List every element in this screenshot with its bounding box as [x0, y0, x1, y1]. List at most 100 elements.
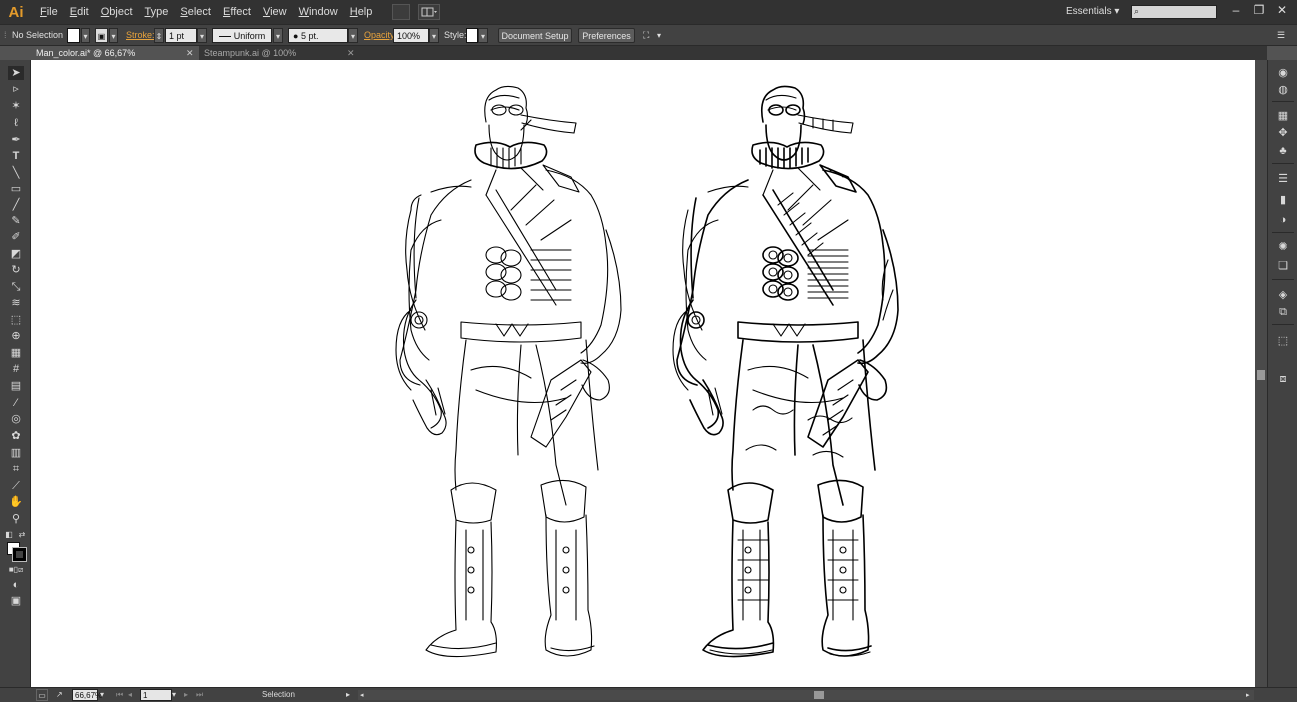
- menu-view[interactable]: View: [257, 0, 293, 24]
- zoom-level-field[interactable]: 66,67%: [72, 689, 102, 701]
- menu-window[interactable]: Window: [293, 0, 344, 24]
- magic-wand-tool-icon[interactable]: ✶: [8, 99, 24, 113]
- control-panel-menu-icon[interactable]: ☰: [1277, 28, 1285, 43]
- stroke-stepper-icon[interactable]: ⇕: [154, 28, 164, 43]
- bridge-button[interactable]: [392, 4, 411, 20]
- default-colors-icon[interactable]: ◧: [4, 528, 14, 542]
- variable-width-profile[interactable]: Uniform: [212, 28, 272, 43]
- stroke-weight-dropdown-icon[interactable]: ▾: [197, 28, 207, 43]
- opacity-field[interactable]: 100%: [393, 28, 429, 43]
- perspective-grid-tool-icon[interactable]: ▦: [8, 346, 24, 360]
- first-artboard-icon[interactable]: ⏮: [116, 689, 123, 701]
- screen-mode-icon[interactable]: ▣: [8, 594, 24, 608]
- free-transform-tool-icon[interactable]: ⬚: [8, 313, 24, 327]
- artboard-navigator-icon[interactable]: ▭: [36, 689, 48, 701]
- minimize-button[interactable]: –: [1226, 2, 1246, 18]
- swap-colors-icon[interactable]: ⇄: [17, 528, 27, 542]
- brush-definition[interactable]: ● 5 pt. Round: [288, 28, 348, 56]
- stroke-color-box[interactable]: [12, 547, 27, 562]
- appearance-panel-icon[interactable]: ✺: [1276, 240, 1290, 254]
- transparency-panel-icon[interactable]: ◑: [1276, 213, 1290, 227]
- document-setup-button[interactable]: Document Setup: [498, 28, 572, 43]
- menu-help[interactable]: Help: [344, 0, 379, 24]
- color-guide-panel-icon[interactable]: ◍: [1276, 83, 1290, 97]
- menu-type[interactable]: Type: [139, 0, 175, 24]
- stroke-dropdown-icon[interactable]: ▾: [109, 28, 118, 43]
- next-artboard-icon[interactable]: ▸: [184, 689, 188, 701]
- close-window-button[interactable]: ✕: [1272, 2, 1292, 18]
- last-artboard-icon[interactable]: ⏭: [196, 689, 203, 701]
- menu-effect[interactable]: Effect: [217, 0, 257, 24]
- line-tool-icon[interactable]: ╲: [8, 166, 24, 180]
- lasso-tool-icon[interactable]: ℓ: [8, 116, 24, 130]
- brushes-panel-icon[interactable]: ✥: [1276, 126, 1290, 140]
- artboard-dropdown-icon[interactable]: ▾: [172, 689, 180, 701]
- opacity-dropdown-icon[interactable]: ▾: [429, 28, 439, 43]
- symbol-sprayer-tool-icon[interactable]: ✿: [8, 429, 24, 443]
- profile-dropdown-icon[interactable]: ▾: [273, 28, 283, 43]
- color-modes-icon[interactable]: ■▯⧄: [5, 563, 27, 577]
- swatches-panel-icon[interactable]: ▦: [1276, 109, 1290, 123]
- stroke-panel-link[interactable]: Stroke:: [126, 28, 155, 43]
- symbols-panel-icon[interactable]: ♣: [1276, 144, 1290, 158]
- stroke-weight-field[interactable]: 1 pt: [165, 28, 197, 43]
- horizontal-scrollbar[interactable]: [358, 690, 1254, 700]
- graphic-styles-panel-icon[interactable]: ❏: [1276, 259, 1290, 273]
- menu-file[interactable]: File: [34, 0, 64, 24]
- rectangle-tool-icon[interactable]: ▭: [8, 182, 24, 196]
- rotate-tool-icon[interactable]: ↻: [8, 263, 24, 277]
- eyedropper-tool-icon[interactable]: ⁄: [8, 396, 24, 410]
- hand-tool-icon[interactable]: ✋: [8, 495, 24, 509]
- scroll-right-icon[interactable]: ▸: [1246, 690, 1250, 702]
- eraser-tool-icon[interactable]: ◩: [8, 247, 24, 261]
- figure-outline-sketch[interactable]: [371, 60, 671, 687]
- arrange-documents-button[interactable]: [418, 4, 441, 20]
- color-panel-icon[interactable]: ◉: [1276, 66, 1290, 80]
- stroke-color-swatch[interactable]: ▣: [95, 28, 108, 43]
- control-menu-dropdown-icon[interactable]: ▾: [657, 28, 661, 43]
- brush-dropdown-icon[interactable]: ▾: [348, 28, 358, 43]
- artboard-number-field[interactable]: 1: [140, 689, 172, 701]
- zoom-tool-icon[interactable]: ⚲: [8, 512, 24, 526]
- share-icon[interactable]: ↗: [56, 689, 66, 701]
- close-tab-icon[interactable]: ✕: [186, 46, 194, 60]
- vertical-scroll-thumb[interactable]: [1257, 370, 1265, 380]
- transform-panel-icon[interactable]: ⬚: [1276, 334, 1290, 348]
- close-tab-icon[interactable]: ✕: [347, 46, 355, 60]
- selection-tool-icon[interactable]: ➤: [8, 66, 24, 80]
- mesh-tool-icon[interactable]: #: [8, 362, 24, 376]
- status-menu-arrow-icon[interactable]: ▸: [346, 689, 350, 701]
- graphic-style-swatch[interactable]: [466, 28, 478, 43]
- slice-tool-icon[interactable]: ⟋: [8, 479, 24, 493]
- scroll-left-icon[interactable]: ◂: [360, 690, 364, 702]
- vertical-scrollbar[interactable]: [1255, 60, 1267, 687]
- figure-detailed-linework[interactable]: [648, 60, 948, 687]
- blend-tool-icon[interactable]: ◎: [8, 412, 24, 426]
- style-dropdown-icon[interactable]: ▾: [478, 28, 488, 43]
- menu-object[interactable]: Object: [95, 0, 139, 24]
- layers-panel-icon[interactable]: ◈: [1276, 288, 1290, 302]
- artboards-panel-icon[interactable]: ⧉: [1276, 305, 1290, 319]
- warp-tool-icon[interactable]: ≋: [8, 296, 24, 310]
- scale-tool-icon[interactable]: ⤡: [8, 280, 24, 294]
- gradient-tool-icon[interactable]: ▤: [8, 379, 24, 393]
- tab-man-color[interactable]: Man_color.ai* @ 66,67% (CMYK/Outline): [31, 46, 199, 72]
- shape-builder-tool-icon[interactable]: ⊕: [8, 329, 24, 343]
- previous-artboard-icon[interactable]: ◂: [128, 689, 132, 701]
- fill-color-swatch[interactable]: [67, 28, 80, 43]
- zoom-dropdown-icon[interactable]: ▾: [100, 689, 108, 701]
- current-tool-status[interactable]: Selection: [262, 689, 295, 701]
- fill-dropdown-icon[interactable]: ▾: [81, 28, 90, 43]
- menu-select[interactable]: Select: [174, 0, 217, 24]
- artboard-canvas[interactable]: [31, 60, 1255, 687]
- workspace-switcher[interactable]: Essentials ▾: [1066, 0, 1119, 24]
- column-graph-tool-icon[interactable]: ▥: [8, 446, 24, 460]
- type-tool-icon[interactable]: T: [8, 149, 24, 163]
- isolate-icon[interactable]: ⛶: [643, 28, 655, 43]
- draw-mode-icon[interactable]: ◐: [8, 578, 24, 592]
- align-panel-icon[interactable]: ⧈: [1276, 372, 1290, 386]
- maximize-button[interactable]: ❐: [1249, 2, 1269, 18]
- gradient-panel-icon[interactable]: ▮: [1276, 193, 1290, 207]
- blob-brush-tool-icon[interactable]: ✐: [8, 230, 24, 244]
- help-search-input[interactable]: [1132, 6, 1216, 18]
